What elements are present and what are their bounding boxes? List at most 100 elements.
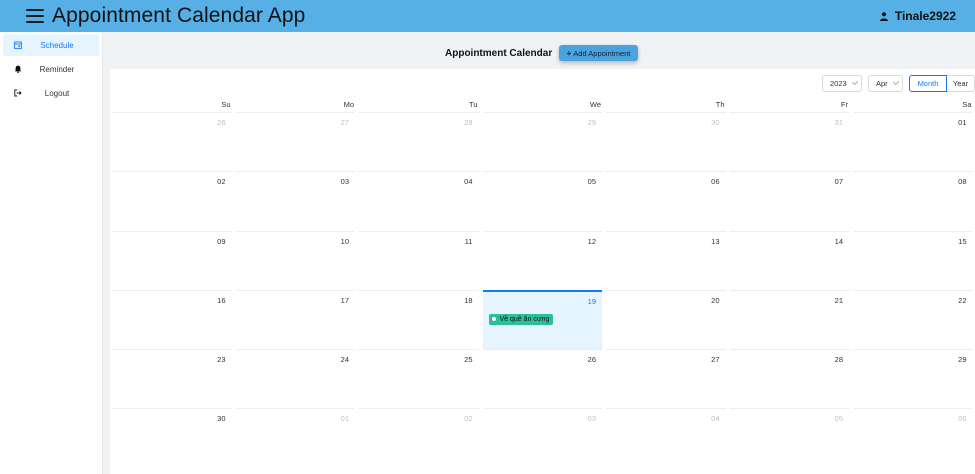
day-cell[interactable]: 18 (359, 289, 479, 349)
day-number: 06 (711, 177, 720, 187)
calendar-icon (14, 41, 22, 49)
logout-icon (14, 89, 22, 97)
day-cell[interactable]: 14 (729, 230, 849, 290)
day-number: 19 (587, 296, 596, 306)
day-number: 12 (587, 236, 596, 246)
day-number: 17 (340, 295, 349, 305)
user-menu[interactable]: Tinale2922 (879, 0, 956, 32)
day-cell[interactable]: 02 (359, 408, 479, 467)
day-number: 30 (217, 414, 226, 424)
day-cell[interactable]: 05 (729, 408, 849, 467)
add-appointment-button[interactable]: + Add Appointment (559, 45, 638, 61)
day-cell[interactable]: 24 (235, 349, 355, 408)
add-appointment-label: Add Appointment (573, 48, 631, 58)
day-number: 08 (958, 177, 967, 187)
view-mode-toggle: Month Year (909, 75, 975, 92)
day-number: 02 (464, 414, 473, 424)
day-number: 28 (464, 118, 473, 127)
year-select[interactable]: 2023 (822, 75, 862, 92)
day-number: 09 (217, 236, 226, 246)
day-cell[interactable]: 31 (729, 112, 849, 171)
day-cell[interactable]: 25 (359, 349, 479, 408)
day-cell[interactable]: 03 (482, 408, 602, 467)
chevron-down-icon (892, 78, 900, 86)
day-number: 16 (217, 295, 226, 305)
day-number: 06 (958, 414, 967, 424)
chevron-down-icon (851, 78, 859, 86)
year-mode-button[interactable]: Year (947, 75, 975, 92)
event-title: Về quê ăn cưng (499, 315, 550, 323)
top-app-bar: Appointment Calendar App Tinale2922 (0, 0, 975, 32)
day-number: 23 (217, 355, 226, 365)
day-number: 01 (958, 118, 967, 127)
day-number: 05 (834, 414, 843, 424)
day-cell[interactable]: 01 (853, 112, 973, 171)
day-cell[interactable]: 27 (606, 349, 726, 408)
weekday-label: Fr (840, 100, 848, 109)
day-number: 01 (340, 414, 349, 424)
bell-icon (14, 65, 22, 73)
day-cell[interactable]: 17 (235, 289, 355, 349)
day-cell[interactable]: 30 (112, 408, 232, 467)
day-cell[interactable]: 15 (853, 230, 973, 290)
day-cell[interactable]: 20 (606, 289, 726, 349)
day-cell[interactable]: 03 (235, 171, 355, 230)
day-cell[interactable]: 04 (359, 171, 479, 230)
calendar: 2023 Apr Month Year Su Mo Tu We Th Fr Sa 26 27 2… (110, 69, 975, 474)
day-cell[interactable]: 29 (853, 349, 973, 408)
month-select-value: Apr (876, 79, 888, 88)
day-cell[interactable]: 23 (112, 349, 232, 408)
day-cell[interactable]: 13 (606, 230, 726, 290)
day-number: 14 (834, 236, 843, 246)
weekday-label: Mo (343, 100, 354, 109)
day-number: 03 (587, 414, 596, 424)
plus-icon: + (566, 48, 572, 58)
month-mode-button[interactable]: Month (909, 75, 947, 92)
day-number: 28 (834, 355, 843, 365)
sidebar-item-reminder[interactable]: Reminder (3, 58, 99, 80)
day-cell[interactable]: 19 Về quê ăn cưng (482, 289, 602, 350)
day-cell[interactable]: 01 (235, 408, 355, 467)
day-cell[interactable]: 06 (606, 171, 726, 230)
day-number: 02 (217, 177, 226, 187)
day-cell[interactable]: 26 (112, 112, 232, 171)
day-cell[interactable]: 29 (482, 112, 602, 171)
day-number: 27 (340, 118, 349, 127)
day-number: 03 (340, 177, 349, 187)
year-select-value: 2023 (830, 79, 847, 88)
calendar-controls: 2023 Apr Month Year (822, 75, 975, 92)
calendar-grid: 26 27 28 29 30 31 01 02 03 04 05 06 07 08 09 10 11 12 13 14… (110, 112, 975, 468)
weekday-label: Su (221, 100, 231, 109)
app-title: Appointment Calendar App (52, 4, 306, 27)
day-cell[interactable]: 07 (729, 171, 849, 230)
weekday-header: Su Mo Tu We Th Fr Sa (110, 100, 975, 112)
day-number: 30 (711, 118, 720, 127)
day-cell[interactable]: 16 (112, 289, 232, 349)
sidebar: Schedule Reminder Logout (0, 32, 103, 474)
day-cell[interactable]: 05 (482, 171, 602, 230)
day-cell[interactable]: 10 (235, 230, 355, 290)
day-number: 25 (464, 355, 473, 365)
sidebar-item-logout[interactable]: Logout (3, 82, 99, 104)
user-icon (879, 11, 888, 21)
day-cell[interactable]: 11 (359, 230, 479, 290)
day-cell[interactable]: 27 (235, 112, 355, 171)
day-number: 18 (464, 295, 473, 305)
day-cell[interactable]: 09 (112, 230, 232, 290)
day-cell[interactable]: 30 (606, 112, 726, 171)
hamburger-menu-icon[interactable] (26, 9, 44, 23)
day-cell[interactable]: 08 (853, 171, 973, 230)
day-cell[interactable]: 02 (112, 171, 232, 230)
day-cell[interactable]: 28 (359, 112, 479, 171)
day-cell[interactable]: 26 (482, 349, 602, 408)
day-cell[interactable]: 21 (729, 289, 849, 349)
day-cell[interactable]: 04 (606, 408, 726, 467)
day-cell[interactable]: 12 (482, 230, 602, 290)
day-cell[interactable]: 22 (853, 289, 973, 349)
day-cell[interactable]: 28 (729, 349, 849, 408)
month-select[interactable]: Apr (868, 75, 903, 92)
appointment-event[interactable]: Về quê ăn cưng (488, 313, 554, 325)
page-title: Appointment Calendar (445, 48, 553, 59)
sidebar-item-schedule[interactable]: Schedule (3, 34, 99, 56)
day-cell[interactable]: 06 (853, 408, 973, 467)
